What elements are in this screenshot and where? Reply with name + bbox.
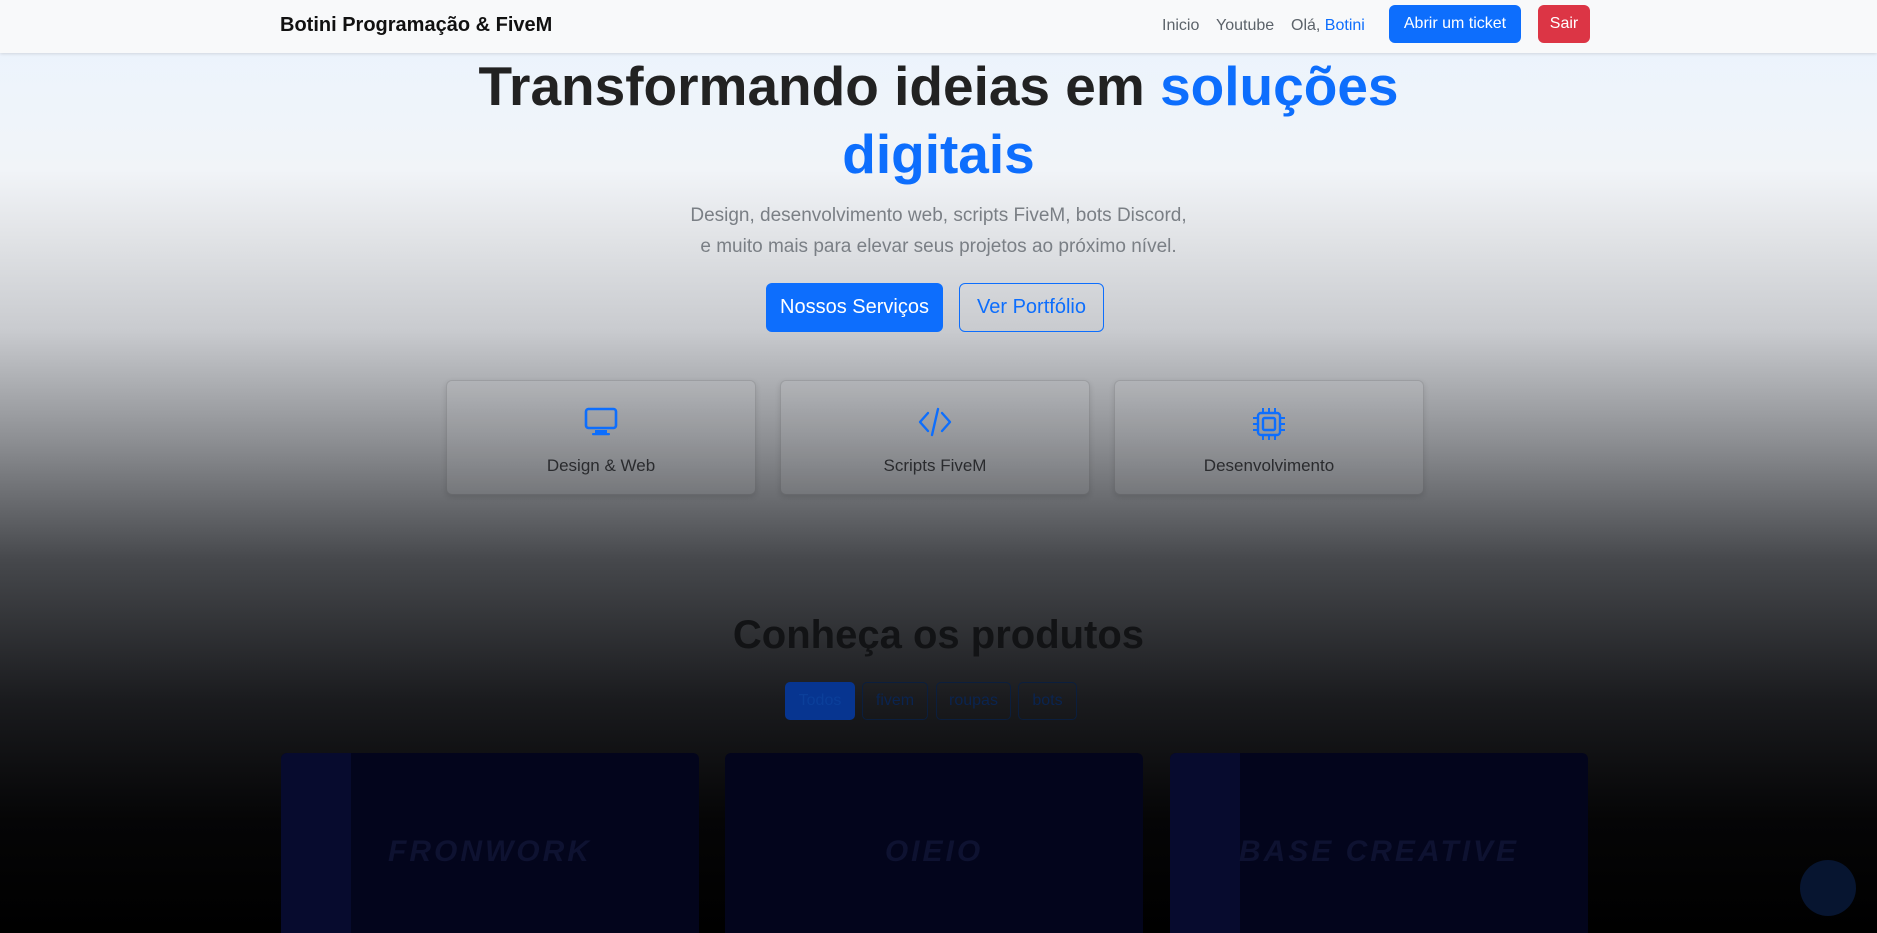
- hero-subtitle: Design, desenvolvimento web, scripts Fiv…: [0, 200, 1877, 262]
- hero-title-text: Transformando ideias em: [478, 55, 1145, 117]
- hero-subtitle-line-1: Design, desenvolvimento web, scripts Fiv…: [690, 205, 1187, 226]
- brand-link[interactable]: Botini Programação & FiveM: [280, 0, 552, 53]
- user-greeting: Olá, Botini: [1291, 0, 1365, 53]
- filter-button-roupas[interactable]: roupas: [936, 682, 1011, 720]
- service-label: Design & Web: [546, 456, 656, 475]
- portfolio-button[interactable]: Ver Portfólio: [959, 283, 1104, 332]
- product-card[interactable]: BASE CREATIVE: [1170, 753, 1588, 933]
- product-card[interactable]: FRONWORK: [281, 753, 699, 933]
- products-title: Conheça os produtos: [732, 613, 1145, 657]
- hero-title: Transformando ideias em soluções digitai…: [0, 52, 1877, 188]
- service-label: Scripts FiveM: [883, 456, 987, 475]
- code-icon: [781, 407, 1089, 441]
- product-card[interactable]: OIEIO: [725, 753, 1143, 933]
- filter-button-todos[interactable]: Todos: [785, 682, 855, 720]
- service-card-development[interactable]: Desenvolvimento: [1114, 380, 1424, 495]
- services-button[interactable]: Nossos Serviços: [766, 283, 943, 332]
- service-card-design-web[interactable]: Design & Web: [446, 380, 756, 495]
- filter-button-bots[interactable]: bots: [1018, 682, 1077, 720]
- open-ticket-button[interactable]: Abrir um ticket: [1389, 5, 1521, 43]
- hero-title-accent: soluções: [1160, 55, 1399, 117]
- user-name-link[interactable]: Botini: [1325, 17, 1365, 34]
- product-logo: FRONWORK: [388, 835, 592, 868]
- logout-button[interactable]: Sair: [1538, 5, 1590, 43]
- filter-button-fivem[interactable]: fivem: [862, 682, 928, 720]
- service-card-scripts-fivem[interactable]: Scripts FiveM: [780, 380, 1090, 495]
- nav-link-youtube[interactable]: Youtube: [1216, 0, 1274, 53]
- monitor-icon: [447, 407, 755, 441]
- nav-link-home[interactable]: Inicio: [1162, 0, 1199, 53]
- product-logo: BASE CREATIVE: [1238, 835, 1520, 868]
- hero-subtitle-line-2: e muito mais para elevar seus projetos a…: [700, 236, 1177, 257]
- greeting-prefix: Olá,: [1291, 17, 1321, 34]
- cpu-icon: [1115, 407, 1423, 441]
- chat-widget-button[interactable]: [1800, 860, 1856, 916]
- service-label: Desenvolvimento: [1203, 456, 1335, 475]
- navbar: Botini Programação & FiveM Inicio Youtub…: [0, 0, 1877, 53]
- hero-title-accent-2: digitais: [842, 123, 1035, 185]
- product-logo: OIEIO: [884, 835, 984, 868]
